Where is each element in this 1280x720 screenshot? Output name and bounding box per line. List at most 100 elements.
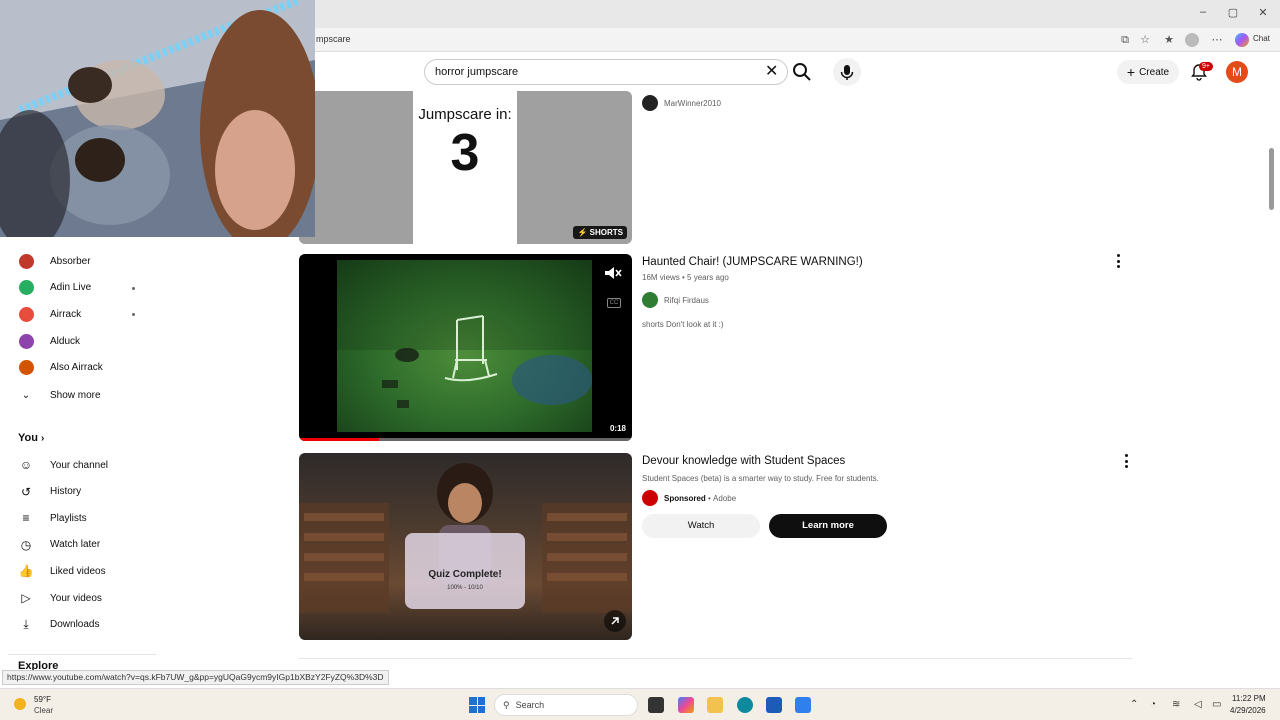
screen: – ▢ ✕ mpscare ⧉ ☆ ★ ⋯ Chat horror jumpsc… bbox=[0, 0, 1280, 720]
result-channel[interactable]: Rifqi Firdaus bbox=[642, 292, 709, 308]
wifi-icon[interactable]: ≋ bbox=[1172, 699, 1180, 710]
sponsored-label: Sponsored bbox=[664, 493, 706, 503]
open-external-icon[interactable] bbox=[604, 610, 626, 632]
subscription-label: Also Airrack bbox=[50, 362, 103, 374]
close-window-icon[interactable]: ✕ bbox=[1256, 6, 1270, 19]
quiz-card: Quiz Complete! 100% - 10/10 bbox=[405, 533, 525, 609]
copilot-icon[interactable] bbox=[1235, 33, 1249, 47]
webcam-image bbox=[0, 0, 315, 237]
app-install-icon[interactable]: ⧉ bbox=[1118, 33, 1132, 47]
channel-icon: ☺ bbox=[19, 458, 33, 472]
result-meta: 16M views • 5 years ago bbox=[642, 273, 729, 282]
more-actions-icon[interactable] bbox=[1115, 254, 1121, 268]
volume-icon[interactable]: ◁ bbox=[1194, 699, 1202, 710]
taskbar-search[interactable]: ⚲ Search bbox=[494, 694, 638, 716]
menu-icon[interactable]: ⋯ bbox=[1210, 33, 1224, 47]
store-icon[interactable] bbox=[766, 697, 782, 713]
subscription-avatar bbox=[18, 253, 34, 269]
favorites-icon[interactable]: ★ bbox=[1162, 33, 1176, 47]
you-section-heading[interactable]: You › bbox=[18, 432, 44, 444]
sidebar-divider bbox=[8, 654, 156, 655]
your-videos-icon: ▷ bbox=[21, 591, 31, 605]
battery-icon[interactable]: ▭ bbox=[1212, 699, 1221, 710]
profile-icon[interactable] bbox=[1185, 33, 1199, 47]
webcam-overlay bbox=[0, 0, 315, 237]
subscription-label: Alduck bbox=[50, 335, 81, 347]
page-scrollbar[interactable] bbox=[1268, 58, 1276, 678]
account-avatar[interactable]: M bbox=[1226, 61, 1248, 83]
result-description: shorts Don't look at it :) bbox=[642, 320, 724, 329]
chat-label[interactable]: Chat bbox=[1253, 34, 1270, 43]
weather-icon[interactable] bbox=[14, 698, 26, 710]
clock-time[interactable]: 11:22 PM bbox=[1232, 694, 1266, 703]
clear-search-icon[interactable]: ✕ bbox=[765, 63, 778, 81]
subscription-item[interactable]: Adin Live bbox=[18, 278, 91, 298]
show-more-label: Show more bbox=[50, 389, 101, 401]
search-input[interactable]: horror jumpscare ✕ bbox=[424, 59, 788, 85]
watch-button[interactable]: Watch bbox=[642, 514, 760, 538]
minimize-icon[interactable]: – bbox=[1196, 6, 1210, 18]
show-more-button[interactable]: ⌄ Show more bbox=[18, 385, 101, 405]
you-item[interactable]: ◷ Watch later bbox=[18, 535, 100, 555]
maximize-icon[interactable]: ▢ bbox=[1226, 6, 1240, 19]
progress-fill bbox=[299, 438, 379, 441]
subscription-label: Airrack bbox=[50, 308, 82, 320]
ad-title[interactable]: Devour knowledge with Student Spaces bbox=[642, 455, 845, 467]
playlists-icon: ≡ bbox=[22, 511, 30, 526]
copilot-app-icon[interactable] bbox=[678, 697, 694, 713]
scrollbar-thumb[interactable] bbox=[1269, 148, 1274, 210]
weather-temp[interactable]: 59°F bbox=[34, 695, 51, 704]
you-item[interactable]: 👍 Liked videos bbox=[18, 561, 106, 581]
result-thumbnail-video[interactable]: CC 0:18 bbox=[299, 254, 632, 441]
subscription-item[interactable]: Also Airrack bbox=[18, 358, 103, 378]
file-explorer-icon[interactable] bbox=[707, 697, 723, 713]
result-channel[interactable]: MarWinner2010 bbox=[642, 95, 721, 111]
outlook-icon[interactable] bbox=[795, 697, 811, 713]
bookmark-star-icon[interactable]: ☆ bbox=[1138, 33, 1152, 47]
you-item-label: Playlists bbox=[50, 512, 87, 524]
channel-name: MarWinner2010 bbox=[664, 98, 721, 108]
voice-search-button[interactable] bbox=[833, 58, 861, 86]
subscription-avatar bbox=[18, 280, 34, 296]
results-divider bbox=[299, 658, 1132, 659]
you-item[interactable]: ↺ History bbox=[18, 482, 81, 502]
subscription-item[interactable]: Airrack bbox=[18, 304, 81, 324]
you-item-label: Liked videos bbox=[50, 565, 106, 577]
search-value[interactable]: horror jumpscare bbox=[435, 66, 518, 78]
captions-icon[interactable]: CC bbox=[607, 298, 621, 308]
learn-more-button[interactable]: Learn more bbox=[769, 514, 887, 538]
subscription-item[interactable]: Absorber bbox=[18, 251, 91, 271]
you-item[interactable]: ≡ Playlists bbox=[18, 508, 87, 528]
playback-progress[interactable] bbox=[299, 438, 632, 441]
subscription-item[interactable]: Alduck bbox=[18, 331, 80, 351]
result-title[interactable]: Haunted Chair! (JUMPSCARE WARNING!) bbox=[642, 256, 863, 268]
you-item[interactable]: ☺ Your channel bbox=[18, 455, 108, 475]
ad-advertiser[interactable]: Sponsored • Adobe bbox=[642, 490, 736, 506]
clock-date[interactable]: 4/29/2026 bbox=[1230, 706, 1266, 715]
task-view-icon[interactable] bbox=[648, 697, 664, 713]
create-button[interactable]: + Create bbox=[1117, 60, 1179, 84]
start-button[interactable] bbox=[469, 697, 485, 713]
taskbar: 59°F Clear ⚲ Search ⌃ ◔ ≋ ◁ ▭ 11:22 PM 4… bbox=[0, 688, 1280, 720]
advertiser-name: Adobe bbox=[713, 493, 737, 503]
notification-badge: 9+ bbox=[1199, 62, 1213, 71]
shorts-badge-label: SHORTS bbox=[589, 228, 623, 237]
you-item[interactable]: ▷ Your videos bbox=[18, 588, 102, 608]
result-thumbnail-shorts[interactable]: Jumpscare in: 3 ⚡ SHORTS bbox=[299, 91, 632, 244]
url-text[interactable]: mpscare bbox=[316, 34, 351, 44]
thumbnail-card: Jumpscare in: 3 bbox=[413, 91, 517, 244]
tray-chevron-icon[interactable]: ⌃ bbox=[1130, 699, 1138, 710]
mute-icon[interactable] bbox=[604, 266, 622, 280]
you-item[interactable]: ⤓ Downloads bbox=[18, 615, 99, 635]
more-actions-icon[interactable] bbox=[1123, 454, 1129, 468]
quiz-score: 100% - 10/10 bbox=[447, 585, 483, 591]
network-icon[interactable]: ◔ bbox=[1150, 699, 1156, 710]
avatar-image bbox=[18, 333, 34, 349]
chevron-right-icon: › bbox=[41, 433, 45, 444]
ad-thumbnail[interactable]: Quiz Complete! 100% - 10/10 bbox=[299, 453, 632, 640]
avatar-image bbox=[18, 280, 34, 296]
you-heading-text: You bbox=[18, 432, 38, 444]
search-icon[interactable] bbox=[790, 60, 814, 84]
edge-icon[interactable] bbox=[737, 697, 753, 713]
you-item-label: Downloads bbox=[50, 619, 100, 631]
